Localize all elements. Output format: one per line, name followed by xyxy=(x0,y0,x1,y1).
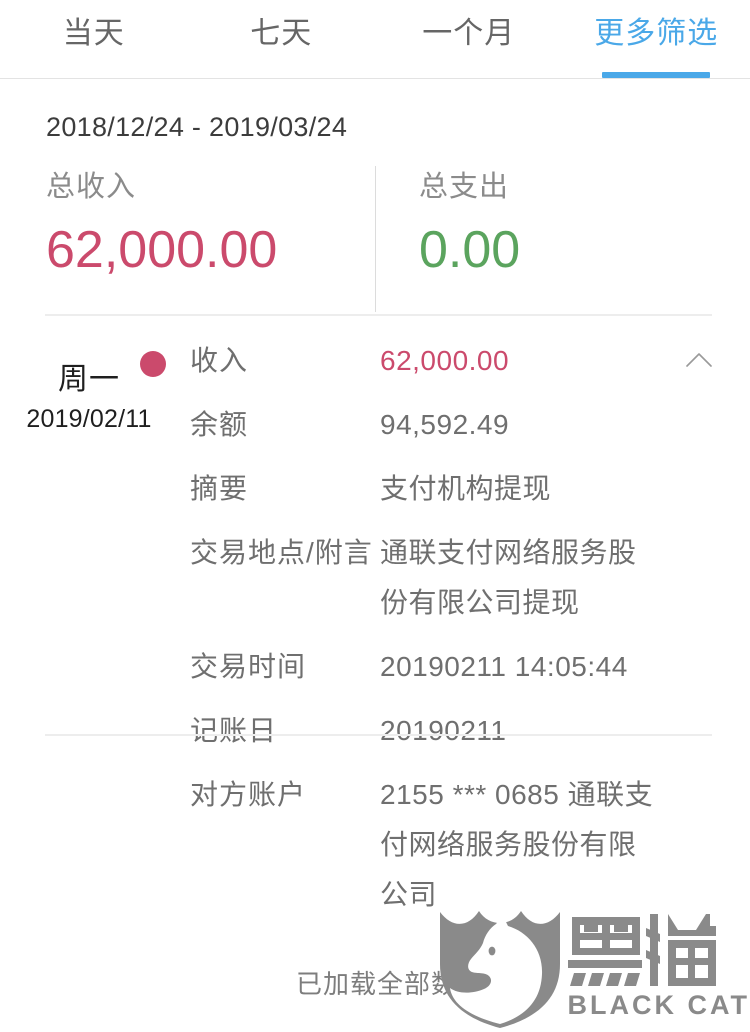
black-cat-shield-icon xyxy=(439,911,560,1028)
detail-row-value: 94,592.49 xyxy=(380,409,510,440)
detail-row-value: 20190211 xyxy=(380,715,507,746)
detail-row: 记账日 20190211 xyxy=(190,706,660,756)
detail-row: 交易时间 20190211 14:05:44 xyxy=(190,642,660,692)
transaction-date: 2019/02/11 xyxy=(26,405,152,433)
total-income-value: 62,000.00 xyxy=(46,221,278,279)
brand-en-text: BLACK CAT xyxy=(567,990,750,1020)
total-income-label: 总收入 xyxy=(46,171,137,203)
brand-cn-heimao-icon xyxy=(567,914,716,986)
detail-row: 收入 62,000.00 xyxy=(190,336,660,386)
date-range-text: 2018/12/24 - 2019/03/24 xyxy=(46,112,348,142)
tab-label: 当天 xyxy=(62,17,125,50)
detail-row-label: 记账日 xyxy=(190,715,278,746)
detail-row: 余额 94,592.49 xyxy=(190,400,660,450)
footer-section: 已加载全部数据 BLACK CAT xyxy=(0,911,750,1032)
total-income-block: 总收入 62,000.00 xyxy=(0,166,375,314)
detail-row-value: 2155 *** 0685 通联支付网络服务股份有限公司 xyxy=(380,779,654,910)
detail-row: 对方账户 2155 *** 0685 通联支付网络服务股份有限公司 xyxy=(190,770,660,920)
detail-row-label: 对方账户 xyxy=(190,779,307,810)
detail-row: 交易地点/附言 通联支付网络服务股份有限公司提现 xyxy=(190,528,660,628)
detail-row-label: 交易地点/附言 xyxy=(190,537,373,568)
tab-one-month[interactable]: 一个月 xyxy=(375,0,563,78)
detail-row-label: 交易时间 xyxy=(190,651,307,682)
brand-wordmark: BLACK CAT xyxy=(567,912,750,1020)
detail-row: 摘要 支付机构提现 xyxy=(190,464,660,514)
black-cat-logo: BLACK CAT xyxy=(434,902,750,1030)
detail-row-label: 摘要 xyxy=(190,473,249,504)
total-expense-block: 总支出 0.00 xyxy=(375,166,750,314)
income-dot-icon xyxy=(140,351,166,377)
detail-row-label: 收入 xyxy=(190,345,249,376)
tab-today[interactable]: 当天 xyxy=(0,0,188,78)
filter-tab-bar: 当天 七天 一个月 更多筛选 xyxy=(0,0,750,79)
summary-divider xyxy=(375,166,376,312)
transaction-detail-screen: 当天 七天 一个月 更多筛选 2018/12/24 - 2019/03/24 总… xyxy=(0,0,750,1032)
total-expense-value: 0.00 xyxy=(419,221,521,279)
tab-underline xyxy=(602,72,711,78)
tab-label: 一个月 xyxy=(422,17,516,50)
tab-seven-days[interactable]: 七天 xyxy=(188,0,376,78)
transaction-item[interactable]: 周一 2019/02/11 收入 62,000.00 余额 94,592.49 … xyxy=(0,314,750,910)
chevron-up-icon[interactable] xyxy=(686,352,712,368)
detail-row-value: 支付机构提现 xyxy=(380,473,552,504)
tab-label: 更多筛选 xyxy=(594,17,719,50)
total-expense-label: 总支出 xyxy=(419,171,510,203)
detail-row-value: 62,000.00 xyxy=(380,345,510,376)
transaction-detail-rows: 收入 62,000.00 余额 94,592.49 摘要 支付机构提现 交易地点… xyxy=(190,336,660,934)
detail-row-label: 余额 xyxy=(190,409,249,440)
tab-label: 七天 xyxy=(250,17,313,50)
detail-row-value: 20190211 14:05:44 xyxy=(380,651,628,682)
tab-more-filters[interactable]: 更多筛选 xyxy=(563,0,750,78)
section-separator-bottom xyxy=(45,734,712,736)
detail-row-value: 通联支付网络服务股份有限公司提现 xyxy=(380,537,637,618)
